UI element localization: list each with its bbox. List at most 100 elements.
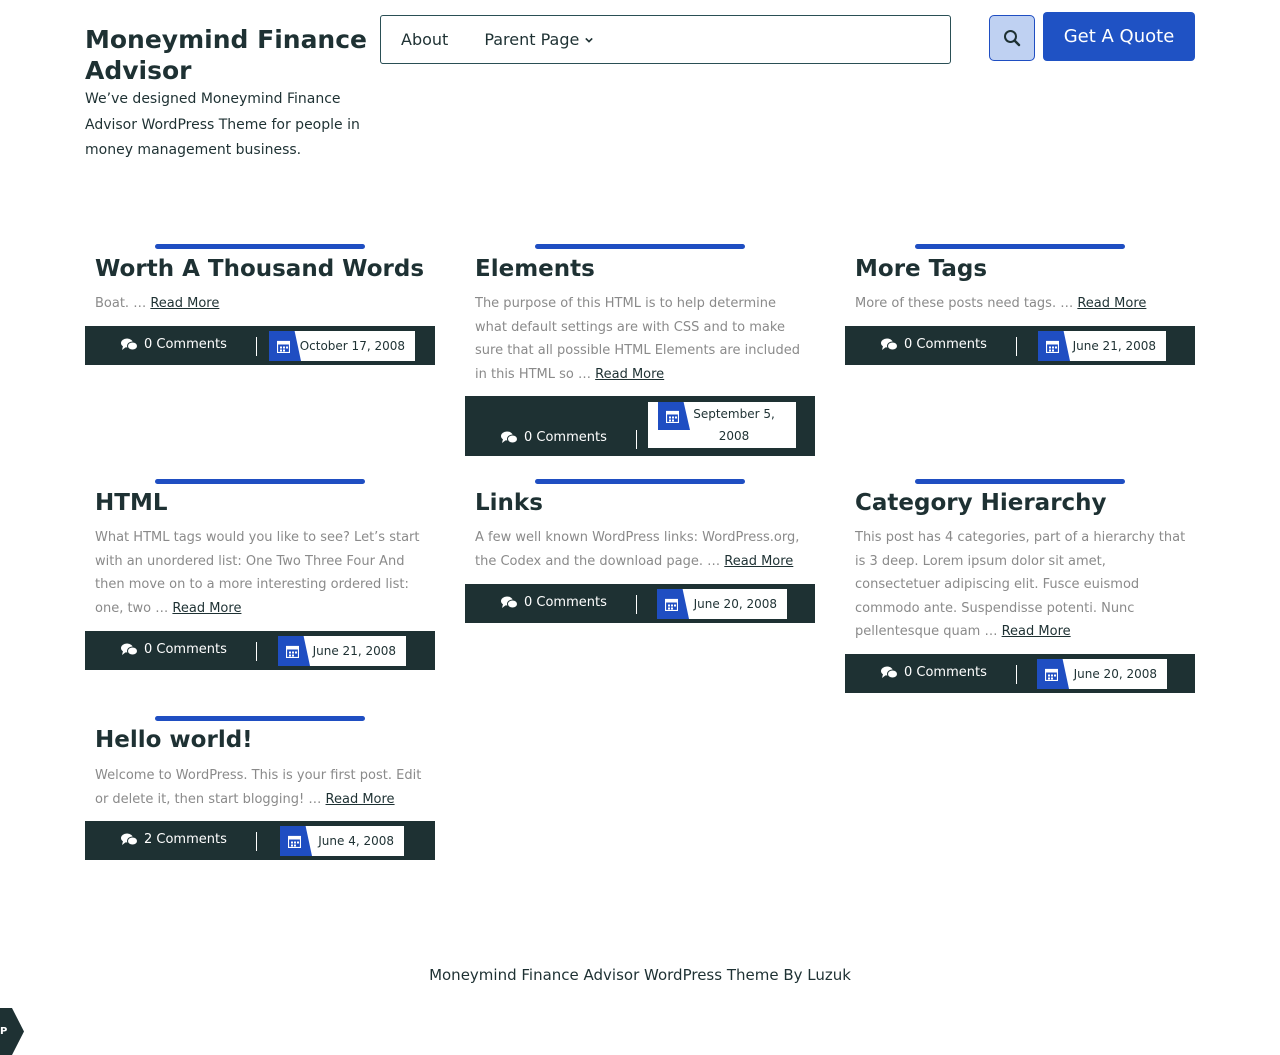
calendar-icon <box>278 636 310 666</box>
post-date-text: October 17, 2008 <box>299 339 405 353</box>
post-meta: 0 Comments June 21, 2008 <box>845 326 1195 365</box>
comments-icon <box>121 338 138 351</box>
post-excerpt-text: Boat. … <box>95 296 147 311</box>
post-meta: 0 Comments October 17, 2008 <box>85 326 435 365</box>
post-card: More Tags More of these posts need tags.… <box>845 244 1195 366</box>
comments-count: 0 Comments <box>144 337 227 352</box>
comments-icon <box>881 338 898 351</box>
nav-item-about[interactable]: About <box>401 30 448 49</box>
comments-link[interactable]: 0 Comments <box>501 595 607 610</box>
post-title[interactable]: HTML <box>95 490 167 516</box>
comments-link[interactable]: 0 Comments <box>881 665 987 680</box>
comments-count: 0 Comments <box>524 595 607 610</box>
post-excerpt-text: More of these posts need tags. … <box>855 296 1074 311</box>
comments-icon <box>121 643 138 656</box>
post-date-text: June 4, 2008 <box>318 834 394 848</box>
post-title[interactable]: Category Hierarchy <box>855 490 1107 516</box>
comments-count: 0 Comments <box>904 337 987 352</box>
post-accent-bar <box>155 479 365 484</box>
post-excerpt: What HTML tags would you like to see? Le… <box>95 526 430 620</box>
post-excerpt: More of these posts need tags. … Read Mo… <box>855 292 1190 316</box>
post-date-text: June 20, 2008 <box>693 597 777 611</box>
calendar-icon <box>269 331 301 361</box>
comments-icon <box>121 833 138 846</box>
get-a-quote-button[interactable]: Get A Quote <box>1043 12 1195 61</box>
comments-count: 0 Comments <box>524 430 607 445</box>
read-more-link[interactable]: Read More <box>1002 624 1071 639</box>
comments-count: 0 Comments <box>144 642 227 657</box>
post-date[interactable]: June 4, 2008 <box>280 826 404 856</box>
comments-link[interactable]: 0 Comments <box>121 337 227 352</box>
post-card: Elements The purpose of this HTML is to … <box>465 244 815 456</box>
read-more-link[interactable]: Read More <box>172 601 241 616</box>
search-button[interactable] <box>989 15 1035 61</box>
post-excerpt: Boat. … Read More <box>95 292 430 316</box>
post-date-text: June 21, 2008 <box>312 644 396 658</box>
post-date[interactable]: June 21, 2008 <box>1038 331 1166 361</box>
read-more-link[interactable]: Read More <box>326 792 395 807</box>
comments-count: 2 Comments <box>144 832 227 847</box>
post-excerpt-text: This post has 4 categories, part of a hi… <box>855 530 1186 639</box>
post-meta: 2 Comments June 4, 2008 <box>85 821 435 860</box>
nav-item-parent-page[interactable]: Parent Page <box>484 30 594 49</box>
post-date[interactable]: September 5, 2008 <box>648 402 796 448</box>
post-date[interactable]: June 21, 2008 <box>278 636 406 666</box>
post-title[interactable]: Hello world! <box>95 727 253 753</box>
post-card: HTML What HTML tags would you like to se… <box>85 479 435 670</box>
post-accent-bar <box>535 244 745 249</box>
nav-item-label: About <box>401 30 449 49</box>
meta-divider <box>256 832 257 851</box>
post-title[interactable]: Elements <box>475 256 595 282</box>
meta-divider <box>636 595 637 614</box>
footer-credit[interactable]: Moneymind Finance Advisor WordPress Them… <box>0 966 1280 984</box>
read-more-link[interactable]: Read More <box>1077 296 1146 311</box>
chevron-down-icon <box>585 37 594 43</box>
post-date[interactable]: June 20, 2008 <box>1037 659 1167 689</box>
calendar-icon <box>280 826 312 856</box>
post-accent-bar <box>155 244 365 249</box>
comments-icon <box>501 596 518 609</box>
post-excerpt-text: What HTML tags would you like to see? Le… <box>95 530 420 616</box>
post-accent-bar <box>915 244 1125 249</box>
meta-divider <box>1016 665 1017 684</box>
post-card: Category Hierarchy This post has 4 categ… <box>845 479 1195 693</box>
post-meta: 0 Comments June 21, 2008 <box>85 631 435 670</box>
post-accent-bar <box>915 479 1125 484</box>
corner-tab-label: P <box>0 1026 8 1037</box>
post-meta: 0 Comments September 5, 2008 <box>465 396 815 456</box>
comments-link[interactable]: 0 Comments <box>881 337 987 352</box>
read-more-link[interactable]: Read More <box>150 296 219 311</box>
post-excerpt: The purpose of this HTML is to help dete… <box>475 292 810 386</box>
post-excerpt: A few well known WordPress links: WordPr… <box>475 526 810 573</box>
comments-link[interactable]: 0 Comments <box>501 430 607 445</box>
calendar-icon <box>657 589 689 619</box>
post-excerpt: This post has 4 categories, part of a hi… <box>855 526 1190 644</box>
comments-link[interactable]: 0 Comments <box>121 642 227 657</box>
post-card: Worth A Thousand Words Boat. … Read More… <box>85 244 435 366</box>
post-accent-bar <box>535 479 745 484</box>
post-date[interactable]: June 20, 2008 <box>657 589 787 619</box>
post-meta: 0 Comments June 20, 2008 <box>845 654 1195 693</box>
post-accent-bar <box>155 716 365 721</box>
meta-divider <box>1016 337 1017 356</box>
comments-link[interactable]: 2 Comments <box>121 832 227 847</box>
calendar-icon <box>1037 659 1069 689</box>
meta-divider <box>256 642 257 661</box>
comments-icon <box>501 431 518 444</box>
site-title[interactable]: Moneymind Finance Advisor <box>85 24 375 86</box>
read-more-link[interactable]: Read More <box>724 554 793 569</box>
post-title[interactable]: Worth A Thousand Words <box>95 256 424 282</box>
post-date-text: June 20, 2008 <box>1073 667 1157 681</box>
post-date[interactable]: October 17, 2008 <box>269 331 415 361</box>
post-title[interactable]: Links <box>475 490 543 516</box>
main-nav: About Parent Page <box>380 15 951 64</box>
post-date-text: June 21, 2008 <box>1072 339 1156 353</box>
post-date-text: September 5, 2008 <box>693 407 775 443</box>
post-title[interactable]: More Tags <box>855 256 987 282</box>
calendar-icon <box>1038 331 1070 361</box>
site-description: We’ve designed Moneymind Finance Advisor… <box>85 91 360 158</box>
meta-divider <box>256 337 257 356</box>
post-card: Hello world! Welcome to WordPress. This … <box>85 716 435 860</box>
comments-count: 0 Comments <box>904 665 987 680</box>
read-more-link[interactable]: Read More <box>595 367 664 382</box>
